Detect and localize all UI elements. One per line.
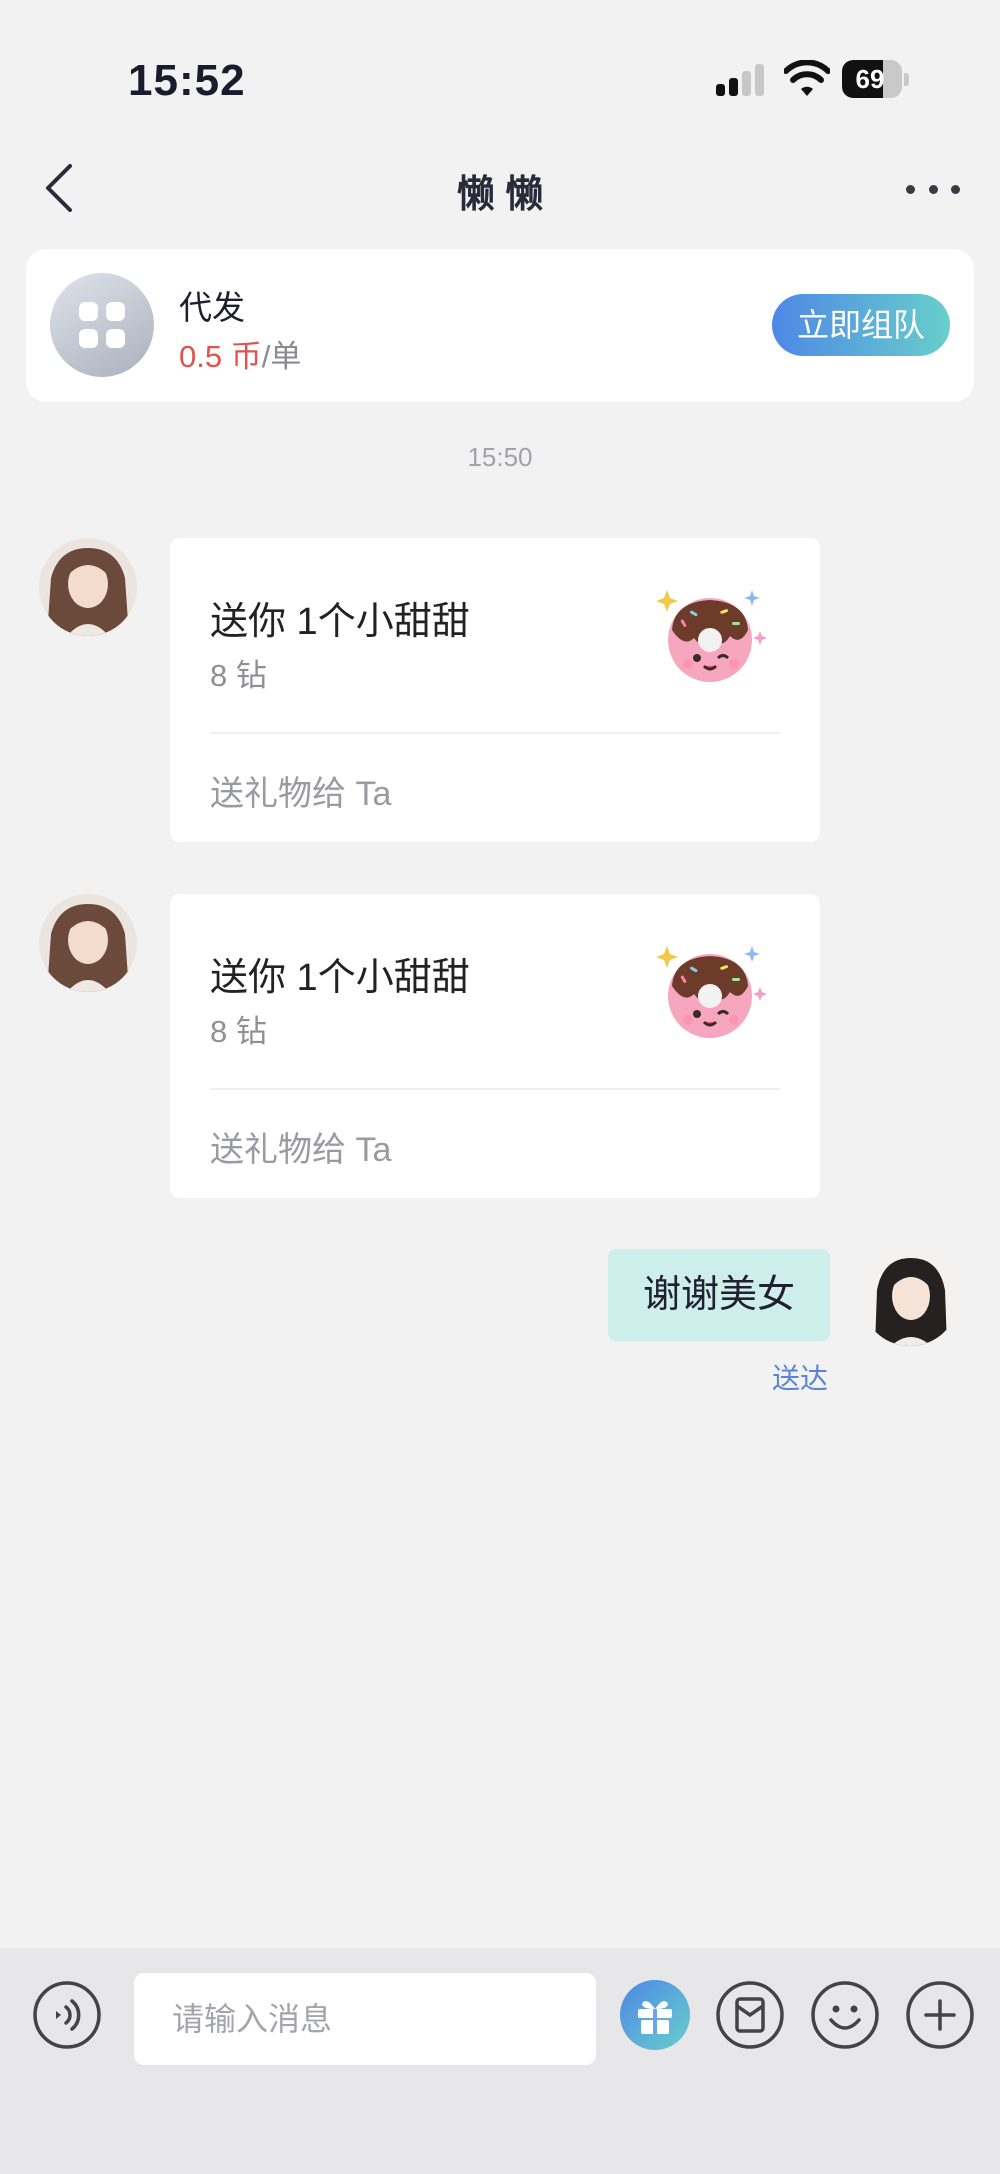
message-timestamp: 15:50 [467, 442, 533, 472]
gift-message-card[interactable]: 送你 1个小甜甜 8 钻 送礼物给 Ta [170, 894, 820, 1198]
delivery-status: 送达 [772, 1363, 829, 1394]
gift-price: 8 钻 [210, 658, 267, 693]
wifi-icon [784, 60, 830, 96]
battery-percent: 69 [855, 64, 885, 94]
more-options-icon[interactable] [906, 172, 960, 206]
gift-message-card[interactable]: 送你 1个小甜甜 8 钻 送礼物给 Ta [170, 538, 820, 842]
donut-gift-image [656, 946, 767, 1038]
divider [210, 1088, 780, 1090]
outgoing-message-bubble[interactable]: 谢谢美女 [608, 1249, 830, 1341]
add-icon[interactable] [905, 1980, 975, 2050]
emoji-icon[interactable] [810, 1980, 880, 2050]
back-arrow-icon[interactable] [40, 162, 76, 214]
contact-avatar[interactable] [39, 538, 137, 636]
my-avatar[interactable] [861, 1248, 959, 1346]
message-input-box[interactable] [134, 1973, 596, 2065]
send-gift-link[interactable]: 送礼物给 Ta [210, 1122, 391, 1171]
donut-gift-image [656, 590, 767, 682]
message-input[interactable] [134, 1973, 596, 2065]
gift-icon[interactable] [620, 1980, 690, 2050]
contact-avatar[interactable] [39, 894, 137, 992]
gift-title: 送你 1个小甜甜 [210, 601, 470, 643]
price-value: 0.5 币 [179, 339, 262, 374]
gift-title: 送你 1个小甜甜 [210, 957, 470, 999]
service-name: 代发 [179, 289, 245, 326]
price-unit: /单 [261, 339, 302, 374]
divider [210, 732, 780, 734]
battery-indicator: 69 [842, 60, 912, 100]
voice-input-icon[interactable] [32, 1980, 102, 2050]
gift-price: 8 钻 [210, 1014, 267, 1049]
status-time: 15:52 [128, 56, 246, 105]
send-gift-link[interactable]: 送礼物给 Ta [210, 766, 391, 815]
red-packet-icon[interactable] [715, 1980, 785, 2050]
chat-title: 懒 懒 [456, 174, 544, 216]
service-card[interactable]: 代发 0.5 币/单 立即组队 [26, 249, 974, 402]
apps-icon [50, 273, 154, 377]
cellular-signal-icon [716, 64, 764, 96]
join-team-button[interactable]: 立即组队 [772, 294, 950, 356]
service-price: 0.5 币/单 [179, 331, 301, 376]
